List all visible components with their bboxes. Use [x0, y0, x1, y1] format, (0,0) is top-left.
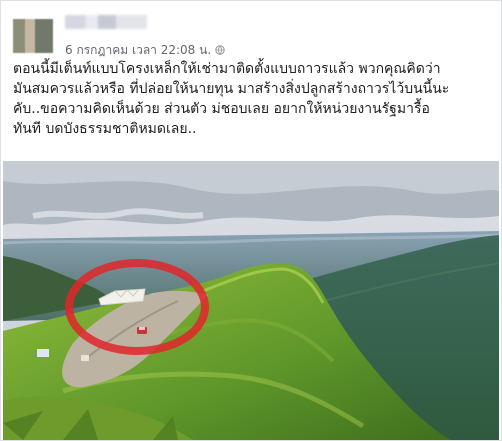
mountain-photo-illustration — [3, 161, 499, 440]
post-line-4: ทันที บดบังธรรมชาติหมดเลย.. — [13, 121, 197, 137]
timestamp-text: 6 กรกฎาคม เวลา 22:08 น. — [65, 43, 212, 57]
post-card: 6 กรกฎาคม เวลา 22:08 น. ตอนนี้มีเต็นท์แบ… — [0, 0, 502, 441]
author-name-redacted[interactable] — [65, 15, 147, 29]
post-line-2: มันสมควรแล้วหรือ ที่ปล่อยให้นายทุน มาสร้… — [13, 81, 450, 97]
post-line-3: คับ..ขอความคิดเห็นด้วย ส่วนตัว ม่ชอบเลย … — [13, 101, 430, 117]
post-body: ตอนนี้มีเต็นท์แบบโครงเหล็กให้เช่ามาติดตั… — [13, 59, 489, 139]
post-line-1: ตอนนี้มีเต็นท์แบบโครงเหล็กให้เช่ามาติดตั… — [13, 61, 441, 77]
post-photo[interactable] — [3, 161, 499, 440]
globe-icon — [215, 45, 225, 55]
post-timestamp[interactable]: 6 กรกฎาคม เวลา 22:08 น. — [65, 41, 225, 60]
avatar[interactable] — [13, 19, 53, 53]
post-header: 6 กรกฎาคม เวลา 22:08 น. — [11, 9, 491, 57]
